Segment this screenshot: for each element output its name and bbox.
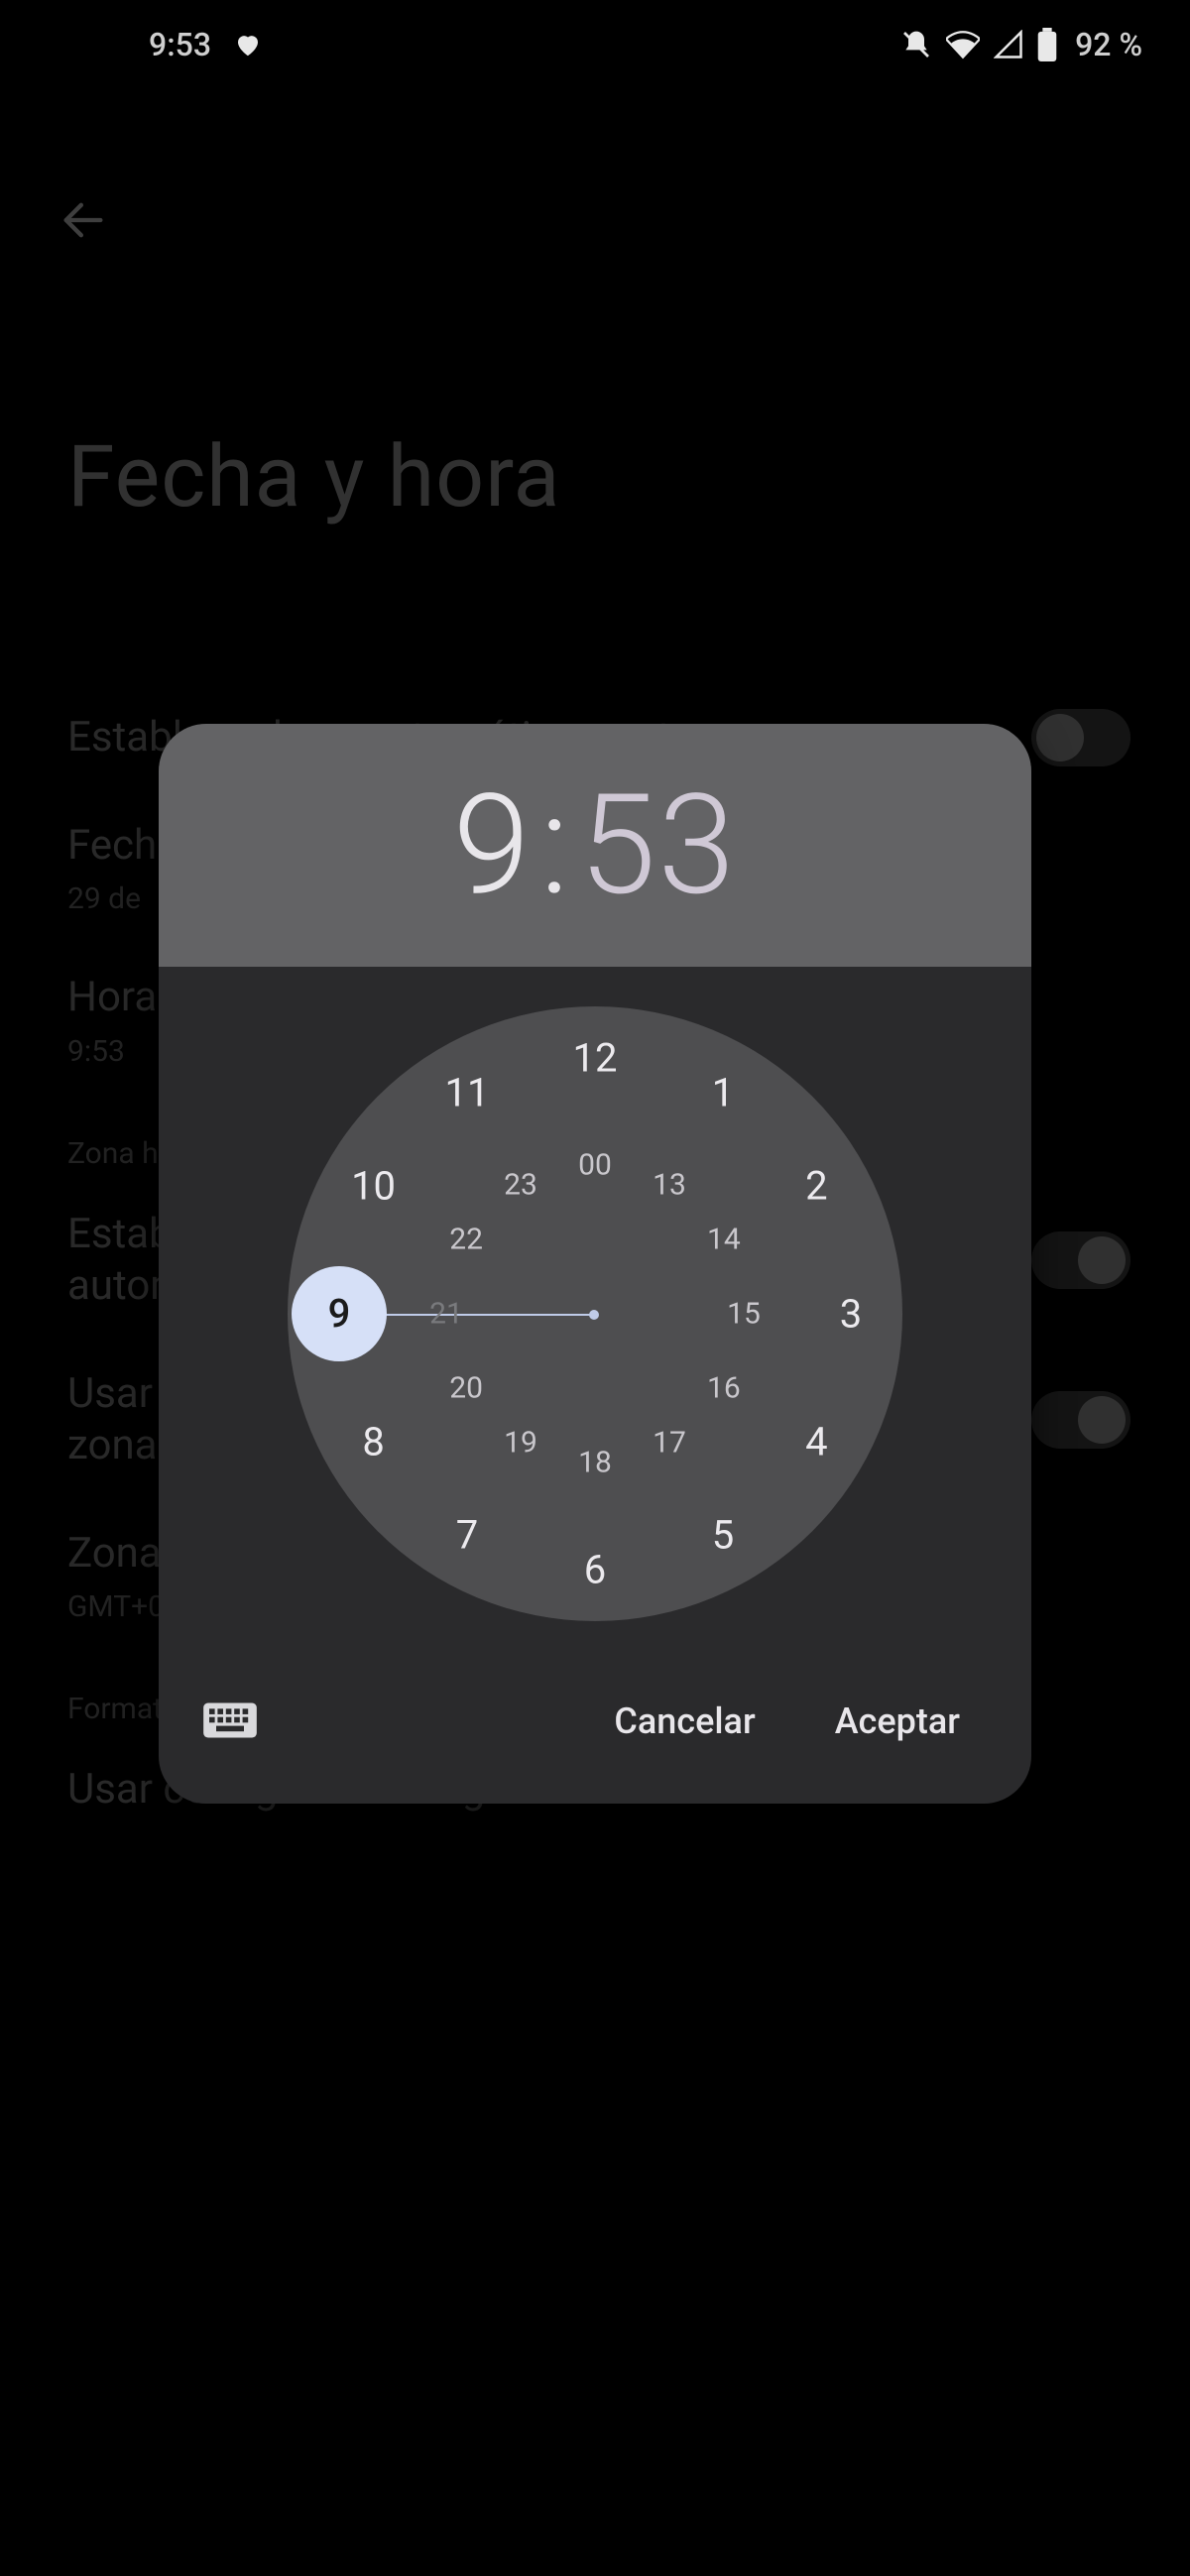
accept-button[interactable]: Aceptar [807, 1687, 988, 1756]
clock-inner-hour-13[interactable]: 13 [653, 1168, 686, 1203]
keyboard-input-button[interactable] [202, 1701, 258, 1741]
dnd-off-icon [900, 29, 932, 60]
status-clock: 9:53 [149, 26, 211, 63]
clock-outer-hour-11[interactable]: 11 [445, 1069, 490, 1115]
clock-outer-hour-7[interactable]: 7 [456, 1512, 478, 1559]
time-colon: : [539, 764, 570, 927]
dialog-actions: Cancelar Aceptar [159, 1661, 1031, 1804]
time-picker-dialog: 9 : 53 121234567891011001314151617181920… [159, 724, 1031, 1804]
clock-outer-hour-1[interactable]: 1 [712, 1069, 734, 1115]
clock-inner-hour-22[interactable]: 22 [449, 1223, 483, 1257]
battery-icon [1037, 28, 1057, 61]
clock-inner-hour-14[interactable]: 14 [707, 1223, 741, 1257]
wifi-icon [946, 28, 980, 61]
clock-outer-hour-3[interactable]: 3 [840, 1291, 862, 1338]
clock-outer-hour-12[interactable]: 12 [573, 1035, 618, 1082]
time-display: 9 : 53 [159, 724, 1031, 967]
clock-outer-hour-2[interactable]: 2 [805, 1163, 827, 1210]
heart-icon [233, 30, 263, 59]
clock-outer-hour-8[interactable]: 8 [362, 1419, 384, 1465]
clock-outer-hour-6[interactable]: 6 [584, 1547, 606, 1593]
clock-face-container: 121234567891011001314151617181920212223 [159, 967, 1031, 1661]
clock-face[interactable]: 121234567891011001314151617181920212223 [288, 1006, 902, 1621]
clock-inner-hour-15[interactable]: 15 [727, 1297, 761, 1332]
clock-inner-hour-23[interactable]: 23 [504, 1168, 537, 1203]
clock-inner-hour-17[interactable]: 17 [653, 1425, 686, 1460]
clock-outer-hour-10[interactable]: 10 [351, 1163, 396, 1210]
clock-inner-hour-20[interactable]: 20 [449, 1371, 483, 1406]
cell-signal-icon [994, 30, 1023, 59]
cancel-button[interactable]: Cancelar [586, 1687, 782, 1756]
time-minute[interactable]: 53 [579, 764, 737, 927]
clock-inner-hour-19[interactable]: 19 [504, 1425, 537, 1460]
time-hour[interactable]: 9 [453, 764, 533, 927]
status-bar: 9:53 92 % [0, 0, 1190, 89]
clock-inner-hour-18[interactable]: 18 [578, 1446, 612, 1480]
battery-text: 92 % [1075, 26, 1142, 63]
clock-inner-hour-00[interactable]: 00 [578, 1148, 612, 1183]
clock-outer-hour-9[interactable]: 9 [328, 1291, 351, 1338]
clock-inner-hour-21[interactable]: 21 [429, 1297, 463, 1332]
clock-outer-hour-5[interactable]: 5 [712, 1512, 734, 1559]
keyboard-icon [202, 1701, 258, 1739]
clock-outer-hour-4[interactable]: 4 [805, 1419, 827, 1465]
clock-inner-hour-16[interactable]: 16 [707, 1371, 741, 1406]
